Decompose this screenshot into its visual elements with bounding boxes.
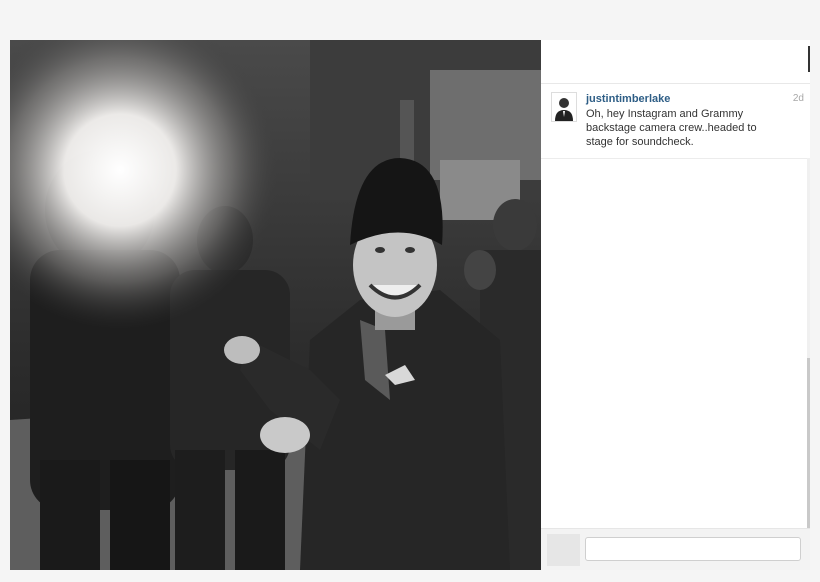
avatar-icon[interactable]: [551, 92, 577, 122]
caption-text: Oh, hey Instagram and Grammy backstage c…: [586, 108, 757, 148]
scrollbar-thumb[interactable]: [807, 358, 810, 528]
like-icon[interactable]: [547, 534, 580, 566]
post-time: 2d: [792, 93, 804, 104]
caption-comment: justintimberlake 2d Oh, hey Instagram an…: [541, 84, 810, 159]
comment-input[interactable]: [585, 537, 801, 561]
header-divider: [808, 46, 810, 72]
comment-footer: [541, 528, 810, 570]
username-link[interactable]: justintimberlake: [586, 93, 670, 105]
photo-image: [10, 40, 541, 570]
sidebar-header: [541, 40, 810, 84]
post-photo[interactable]: [10, 40, 541, 570]
post-sidebar: justintimberlake 2d Oh, hey Instagram an…: [541, 40, 810, 570]
photo-modal: justintimberlake 2d Oh, hey Instagram an…: [10, 40, 810, 570]
